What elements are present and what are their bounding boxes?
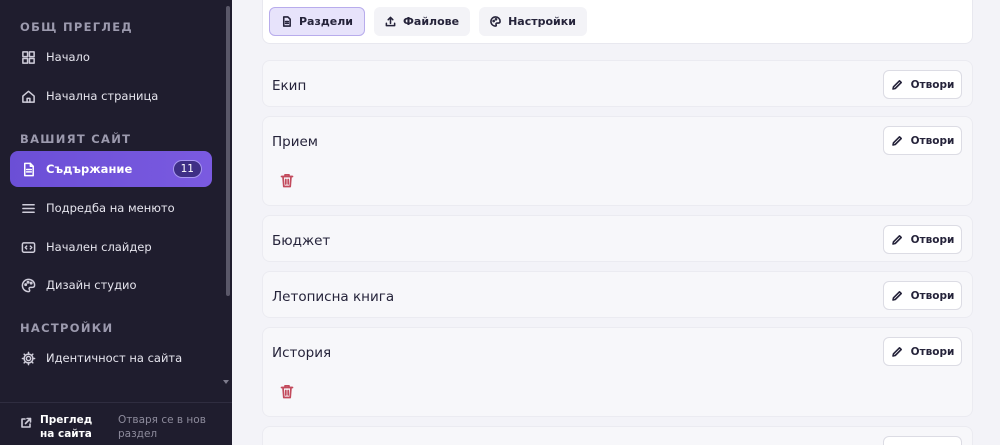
section-title: Бюджет (272, 233, 331, 249)
open-button-label: Отвори (910, 345, 955, 358)
sidebar-item-design-studio[interactable]: Дизайн студио (10, 267, 212, 303)
sidebar-item-label: Подредба на менюто (46, 201, 175, 215)
open-button[interactable] (883, 436, 962, 445)
sidebar-item-label: Дизайн студио (46, 278, 137, 292)
file-text-icon (20, 161, 36, 177)
pencil-icon (891, 346, 903, 358)
open-button-label: Отвори (910, 233, 955, 246)
content-tabs-bar: Раздели Файлове Настройки (262, 0, 973, 44)
tab-sections[interactable]: Раздели (269, 7, 365, 36)
open-button-label: Отвори (910, 134, 955, 147)
tab-files[interactable]: Файлове (374, 7, 471, 36)
trash-icon[interactable] (280, 384, 294, 400)
sidebar-scrollbar[interactable] (226, 6, 230, 296)
section-title: Летописна книга (272, 289, 395, 305)
section-title: История (272, 345, 332, 361)
content-count-badge: 11 (172, 160, 202, 178)
section-card: Екип Отвори (262, 60, 973, 107)
external-link-icon (20, 414, 32, 433)
open-button[interactable]: Отвори (883, 281, 962, 310)
tab-label: Настройки (508, 15, 576, 28)
palette-icon (490, 15, 502, 28)
sidebar-item-slider[interactable]: Начален слайдер (10, 229, 212, 265)
sidebar-item-label: Съдържание (46, 162, 133, 176)
view-site-hint: Отваря се в нов раздел (118, 414, 206, 440)
scroll-down-arrow-icon[interactable] (223, 380, 229, 384)
trash-icon[interactable] (280, 173, 294, 189)
section-label-overview: ОБЩ ПРЕГЛЕД (20, 20, 133, 34)
pencil-icon (891, 79, 903, 91)
tab-label: Раздели (299, 15, 353, 28)
sidebar-item-label: Начална страница (46, 89, 159, 103)
section-label-your-site: ВАШИЯТ САЙТ (20, 132, 132, 146)
file-text-icon (281, 15, 293, 28)
open-button-label: Отвори (910, 78, 955, 91)
sidebar-item-menu-order[interactable]: Подредба на менюто (10, 190, 212, 226)
section-label-settings: НАСТРОЙКИ (20, 321, 114, 335)
grid-icon (20, 49, 36, 65)
sidebar-item-site-identity[interactable]: Идентичност на сайта (10, 340, 212, 376)
sidebar-item-label: Начален слайдер (46, 240, 152, 254)
section-card: История Отвори (262, 327, 973, 417)
pencil-icon (891, 135, 903, 147)
home-icon (20, 88, 36, 104)
sidebar-item-home-dashboard[interactable]: Начало (10, 39, 212, 75)
section-card: Летописна книга Отвори (262, 271, 973, 318)
section-card: Бюджет Отвори (262, 215, 973, 262)
open-button[interactable]: Отвори (883, 225, 962, 254)
tab-settings[interactable]: Настройки (479, 7, 587, 36)
sidebar-item-label: Идентичност на сайта (46, 351, 183, 365)
pencil-icon (891, 234, 903, 246)
pencil-icon (891, 290, 903, 302)
sidebar-item-homepage[interactable]: Начална страница (10, 78, 212, 114)
open-button-label: Отвори (910, 289, 955, 302)
open-button[interactable]: Отвори (883, 126, 962, 155)
sidebar-item-content[interactable]: Съдържание 11 (10, 151, 212, 187)
sidebar-item-label: Начало (46, 50, 90, 64)
sidebar: ОБЩ ПРЕГЛЕД Начало Начална страница ВАШИ… (0, 0, 232, 445)
gear-icon (20, 350, 36, 366)
section-title: Прием (272, 134, 318, 150)
view-site-label: Преглед на сайта (40, 414, 93, 440)
view-site-link[interactable]: Преглед на сайта Отваря се в нов раздел (0, 402, 232, 445)
section-card: Прием Отвори (262, 116, 973, 206)
slider-icon (20, 239, 36, 255)
menu-lines-icon (20, 200, 36, 216)
open-button[interactable]: Отвори (883, 337, 962, 366)
palette-icon (20, 277, 36, 293)
upload-icon (385, 16, 397, 28)
open-button[interactable]: Отвори (883, 70, 962, 99)
section-title: Екип (272, 78, 307, 94)
section-card (262, 426, 973, 445)
tab-label: Файлове (403, 15, 460, 28)
